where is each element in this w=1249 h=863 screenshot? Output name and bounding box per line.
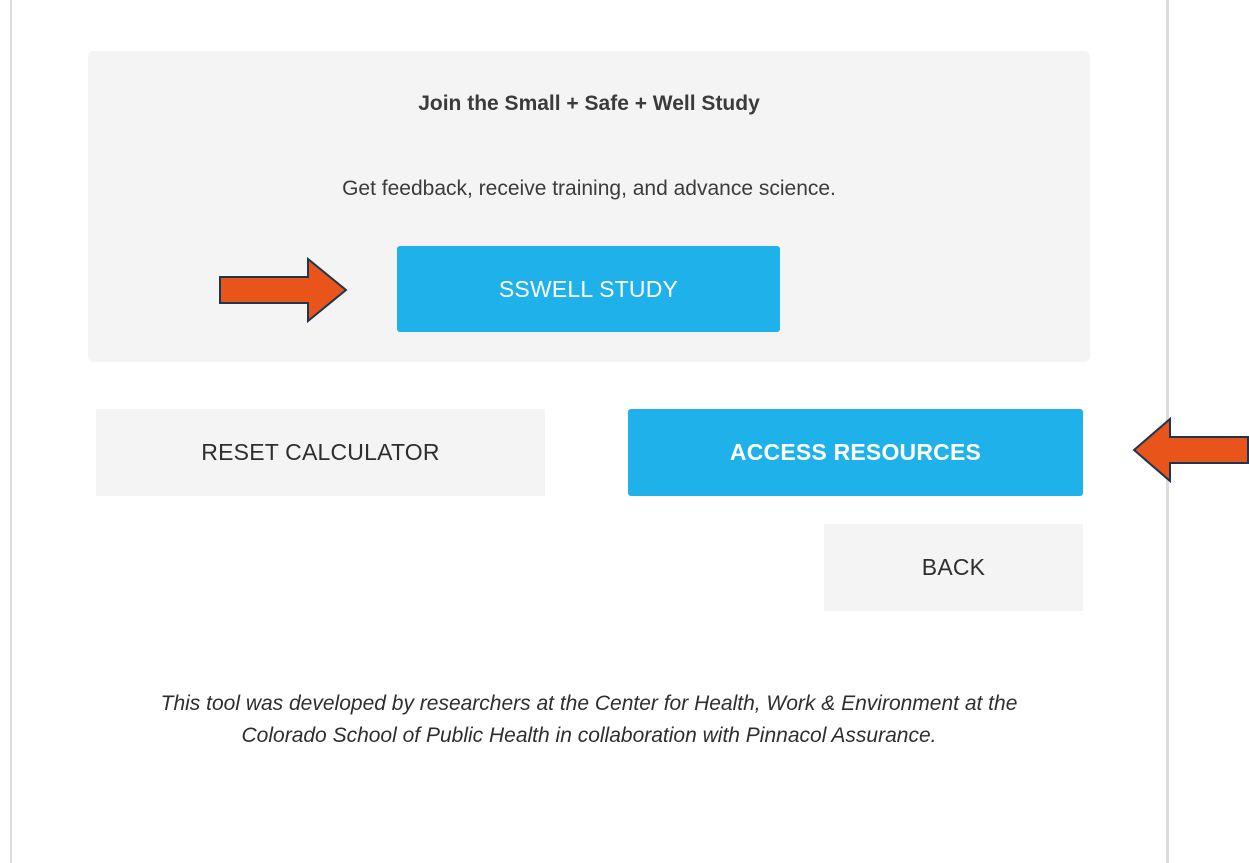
back-button[interactable]: BACK [824, 524, 1083, 611]
study-subtitle: Get feedback, receive training, and adva… [342, 177, 836, 200]
access-resources-button[interactable]: ACCESS RESOURCES [628, 409, 1083, 496]
study-title: Join the Small + Safe + Well Study [418, 92, 760, 115]
left-divider [10, 0, 12, 863]
sswell-study-button[interactable]: SSWELL STUDY [397, 246, 780, 332]
page: Join the Small + Safe + Well Study Get f… [0, 0, 1249, 863]
reset-calculator-button[interactable]: RESET CALCULATOR [96, 409, 545, 496]
footer-note: This tool was developed by researchers a… [160, 692, 1018, 747]
left-arrow-icon [1132, 417, 1249, 483]
right-arrow-icon [219, 257, 348, 323]
